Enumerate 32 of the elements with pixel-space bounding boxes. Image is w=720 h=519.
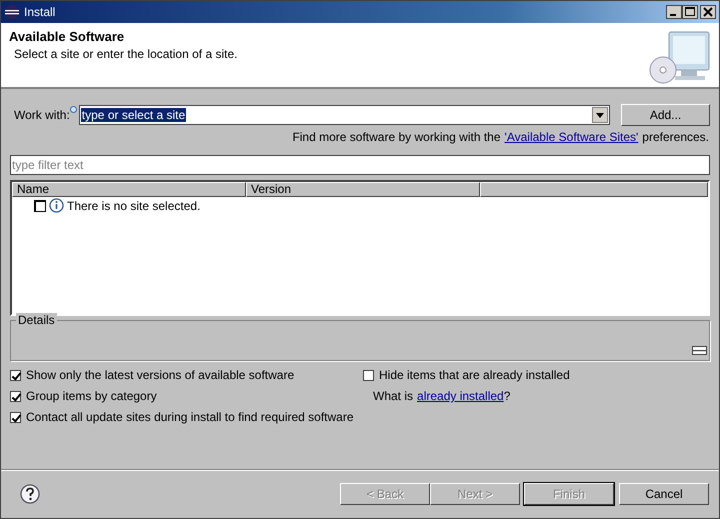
more-software-text: Find more software by working with the bbox=[292, 130, 501, 144]
info-icon bbox=[70, 106, 77, 113]
site-combo-box[interactable]: type or select a site bbox=[78, 105, 610, 125]
available-sites-link[interactable]: 'Available Software Sites' bbox=[504, 130, 638, 144]
option-checkbox[interactable]: Contact all update sites during install to find required software bbox=[10, 409, 363, 425]
question-text: What is bbox=[373, 389, 414, 403]
option-checkbox[interactable]: Hide items that are already installed bbox=[363, 367, 570, 383]
combo-value: type or select a site bbox=[80, 108, 186, 122]
minimize-icon[interactable] bbox=[666, 5, 682, 19]
preferences-text: preferences. bbox=[642, 130, 709, 144]
info-icon bbox=[49, 198, 64, 213]
page-title: Available Software bbox=[9, 29, 126, 44]
filter-field[interactable]: type filter text bbox=[10, 155, 710, 175]
eclipse-icon bbox=[4, 4, 20, 20]
row-checkbox[interactable] bbox=[34, 200, 46, 212]
option-checkbox[interactable]: Group items by category bbox=[10, 388, 363, 404]
work-with-label: Work with: bbox=[14, 108, 70, 122]
wizard-button[interactable]: Cancel bbox=[619, 483, 709, 505]
row-text: There is no site selected. bbox=[67, 198, 200, 212]
help-icon[interactable] bbox=[20, 484, 40, 504]
close-icon[interactable] bbox=[700, 5, 716, 19]
already-installed-link[interactable]: already installed bbox=[417, 389, 504, 403]
option-checkbox[interactable]: Show only the latest versions of available software bbox=[10, 367, 363, 383]
details-label: Details bbox=[16, 313, 57, 327]
question-mark-text: ? bbox=[504, 389, 510, 403]
column-header[interactable]: Version bbox=[246, 182, 480, 197]
maximize-icon[interactable] bbox=[682, 5, 698, 19]
page-description: Select a site or enter the location of a site. bbox=[13, 47, 238, 61]
collapse-icon[interactable] bbox=[692, 346, 707, 355]
column-header[interactable]: Name bbox=[12, 182, 246, 197]
add-button[interactable]: Add... bbox=[621, 104, 710, 126]
window-title: Install bbox=[24, 5, 56, 19]
